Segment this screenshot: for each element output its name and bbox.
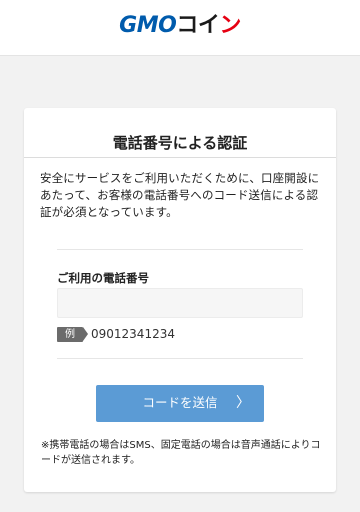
logo-gmo-text: GMO (119, 13, 177, 38)
form-bottom-divider (57, 358, 303, 359)
page-title: 電話番号による認証 (112, 134, 248, 152)
logo-coin-text: コイ (176, 13, 220, 38)
intro-text: 安全にサービスをご利用いただくために、口座開設にあたって、お客様の電話番号へのコ… (40, 171, 320, 219)
phone-number-label: ご利用の電話番号 (57, 271, 149, 285)
form-top-divider (57, 249, 303, 250)
send-code-button[interactable]: コードを送信 〉 (96, 385, 264, 422)
logo-n-text: ン (219, 13, 241, 38)
chevron-right-icon: 〉 (236, 395, 250, 411)
phone-auth-card: 電話番号による認証 安全にサービスをご利用いただくために、口座開設にあたって、お… (24, 108, 336, 492)
phone-number-input[interactable] (57, 288, 303, 318)
title-divider (24, 157, 336, 158)
example-phone-number: 09012341234 (91, 327, 175, 341)
gmo-coin-logo[interactable]: GMOコイン (0, 13, 360, 39)
example-badge: 例 (57, 327, 88, 342)
sms-note-text: ※携帯電話の場合はSMS、固定電話の場合は音声通話によりコードが送信されます。 (41, 440, 321, 466)
app-header: GMOコイン (0, 0, 360, 56)
